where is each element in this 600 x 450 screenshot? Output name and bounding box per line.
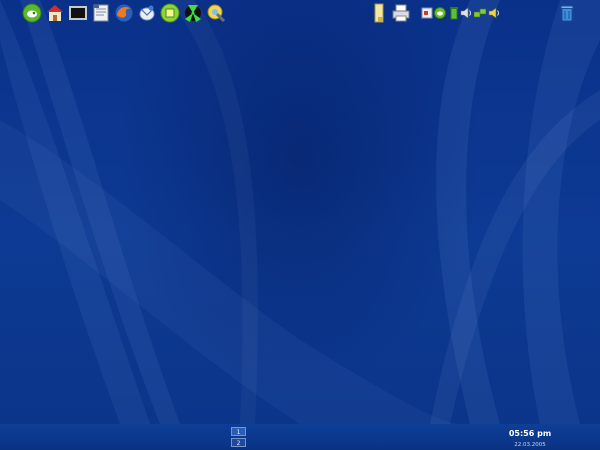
printer-icon[interactable] xyxy=(391,3,411,23)
suse-updater-icon[interactable] xyxy=(434,6,446,20)
terminal-icon[interactable] xyxy=(68,3,88,23)
network-status-icon[interactable] xyxy=(474,6,486,20)
desktop-pager: 1 2 xyxy=(231,427,247,449)
trash-can-icon[interactable] xyxy=(557,3,577,23)
volume-icon[interactable] xyxy=(460,6,472,20)
home-folder-icon[interactable] xyxy=(45,3,65,23)
wallpaper-swooshes xyxy=(0,0,600,424)
speaker-icon[interactable] xyxy=(488,6,500,20)
mail-client-icon[interactable] xyxy=(137,3,157,23)
desktop-2-button[interactable]: 2 xyxy=(231,438,246,447)
hardware-icon[interactable] xyxy=(421,6,433,20)
kmenu-icon[interactable] xyxy=(22,3,42,23)
control-center-icon[interactable] xyxy=(160,3,180,23)
network-icon[interactable] xyxy=(183,3,203,23)
text-editor-icon[interactable] xyxy=(91,3,111,23)
trash-icon[interactable] xyxy=(448,6,460,20)
desktop-wallpaper[interactable] xyxy=(0,0,600,424)
clock-time[interactable]: 05:56 pm xyxy=(506,429,554,438)
clock-date[interactable]: 22.03.2005 xyxy=(506,442,554,448)
file-manager-icon[interactable] xyxy=(369,3,389,23)
system-tools-icon[interactable] xyxy=(206,3,226,23)
desktop-1-button[interactable]: 1 xyxy=(231,427,246,436)
firefox-icon[interactable] xyxy=(114,3,134,23)
